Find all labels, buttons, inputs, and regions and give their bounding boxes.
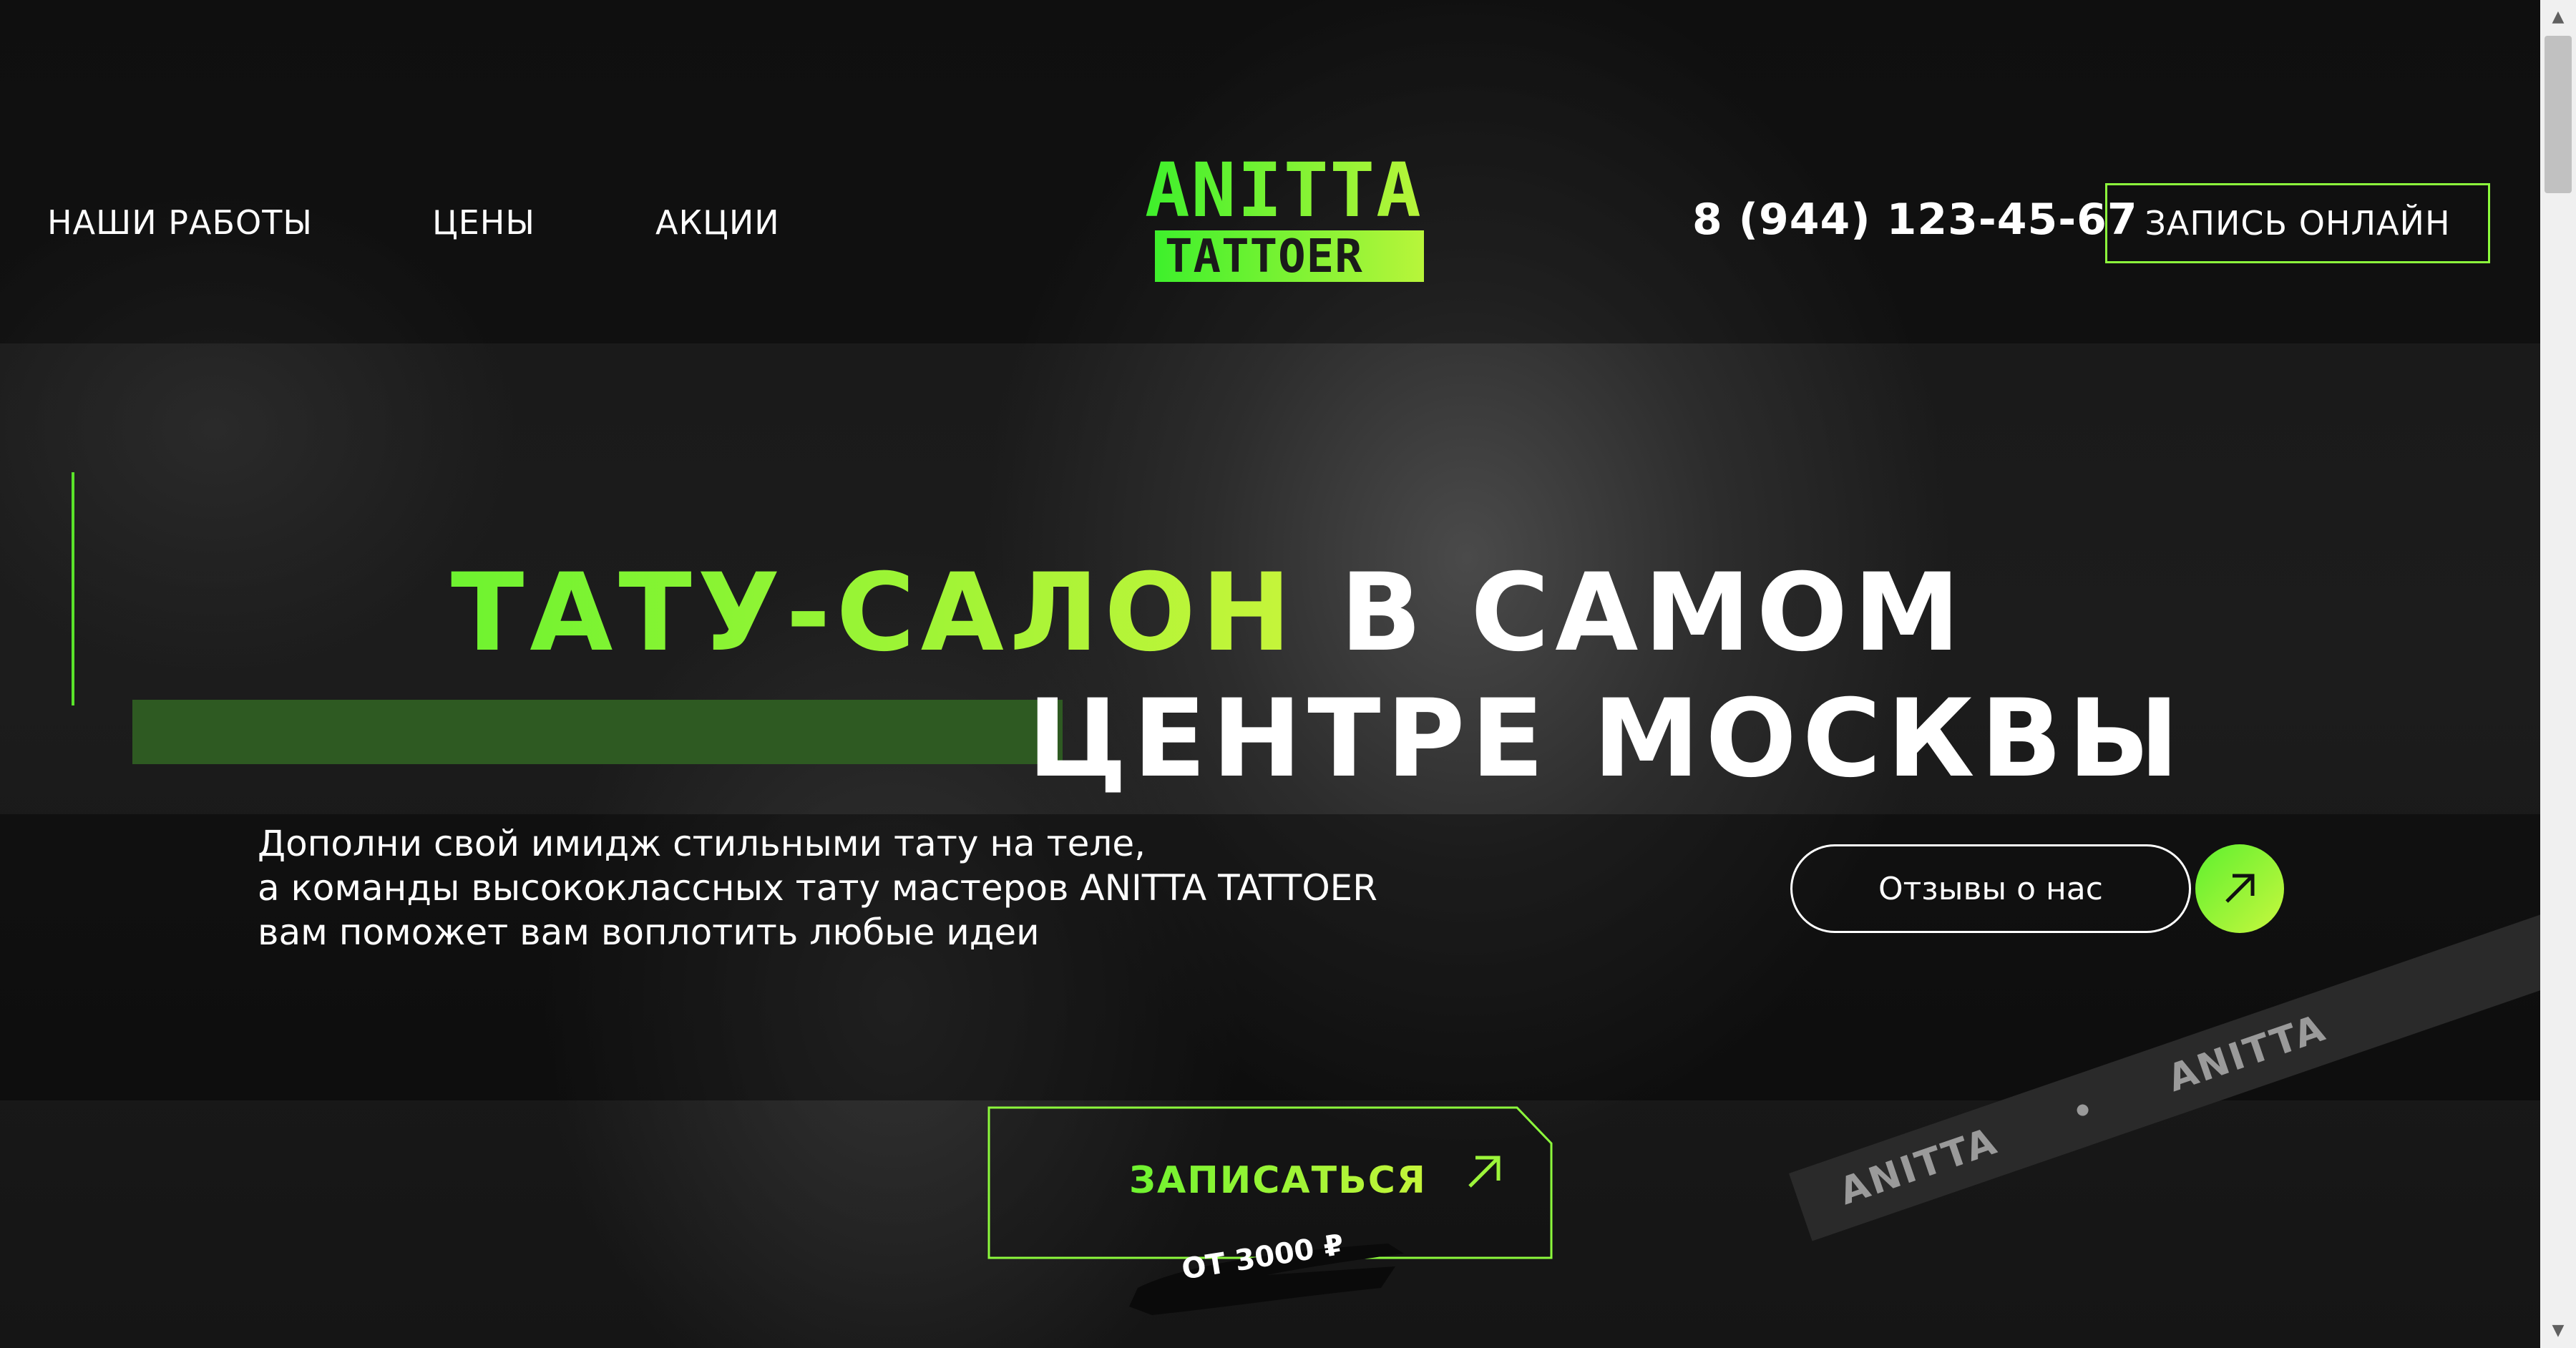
book-online-button[interactable]: ЗАПИСЬ ОНЛАЙН <box>2105 183 2490 263</box>
hero-subtitle-line: Дополни свой имидж стильными тату на тел… <box>258 823 1146 864</box>
signup-button-label[interactable]: ЗАПИСАТЬСЯ <box>1129 1159 1427 1202</box>
hero-subtitle: Дополни свой имидж стильными тату на тел… <box>258 821 1377 954</box>
hero-title-accent: ТАТУ-САЛОН <box>451 551 1297 675</box>
phone-number[interactable]: 8 (944) 123-45-67 <box>1692 195 2138 245</box>
hero-subtitle-line: а команды высококлассных тату мастеров A… <box>258 867 1378 909</box>
ribbon-word: ANITTA <box>1834 1119 2004 1214</box>
reviews-arrow-button[interactable] <box>2195 844 2284 933</box>
accent-green-bar <box>132 700 1063 764</box>
logo-line1: ANITTA <box>1145 150 1423 234</box>
nav-link-promotions[interactable]: АКЦИИ <box>655 203 780 242</box>
hero-title-line2: ЦЕНТРЕ МОСКВЫ <box>1028 677 2185 801</box>
ribbon-dot <box>2075 1103 2091 1118</box>
arrow-up-right-icon <box>2225 874 2255 903</box>
nav-link-prices[interactable]: ЦЕНЫ <box>432 203 535 242</box>
hero-title-rest: В САМОМ <box>1297 551 1966 675</box>
accent-vertical-line <box>72 472 74 705</box>
logo-line2: TATTOER <box>1165 230 1363 283</box>
scroll-down-arrow-icon[interactable]: ▼ <box>2550 1322 2567 1339</box>
scrollbar-track[interactable] <box>2540 0 2576 1348</box>
brand-logo[interactable]: ANITTA TATTOER <box>1145 150 1431 286</box>
scrollbar-thumb[interactable] <box>2545 36 2572 193</box>
landing-page: НАШИ РАБОТЫ ЦЕНЫ АКЦИИ ANITTA TATTOER 8 … <box>0 0 2576 1348</box>
hero-subtitle-line: вам поможет вам воплотить любые идеи <box>258 912 1040 953</box>
reviews-button[interactable]: Отзывы о нас <box>1790 844 2191 933</box>
nav-link-works[interactable]: НАШИ РАБОТЫ <box>47 203 313 242</box>
scroll-up-arrow-icon[interactable]: ▲ <box>2550 9 2567 26</box>
hero-title-line1: ТАТУ-САЛОН В САМОМ <box>451 551 1966 675</box>
arrow-up-right-icon[interactable] <box>1463 1151 1506 1193</box>
